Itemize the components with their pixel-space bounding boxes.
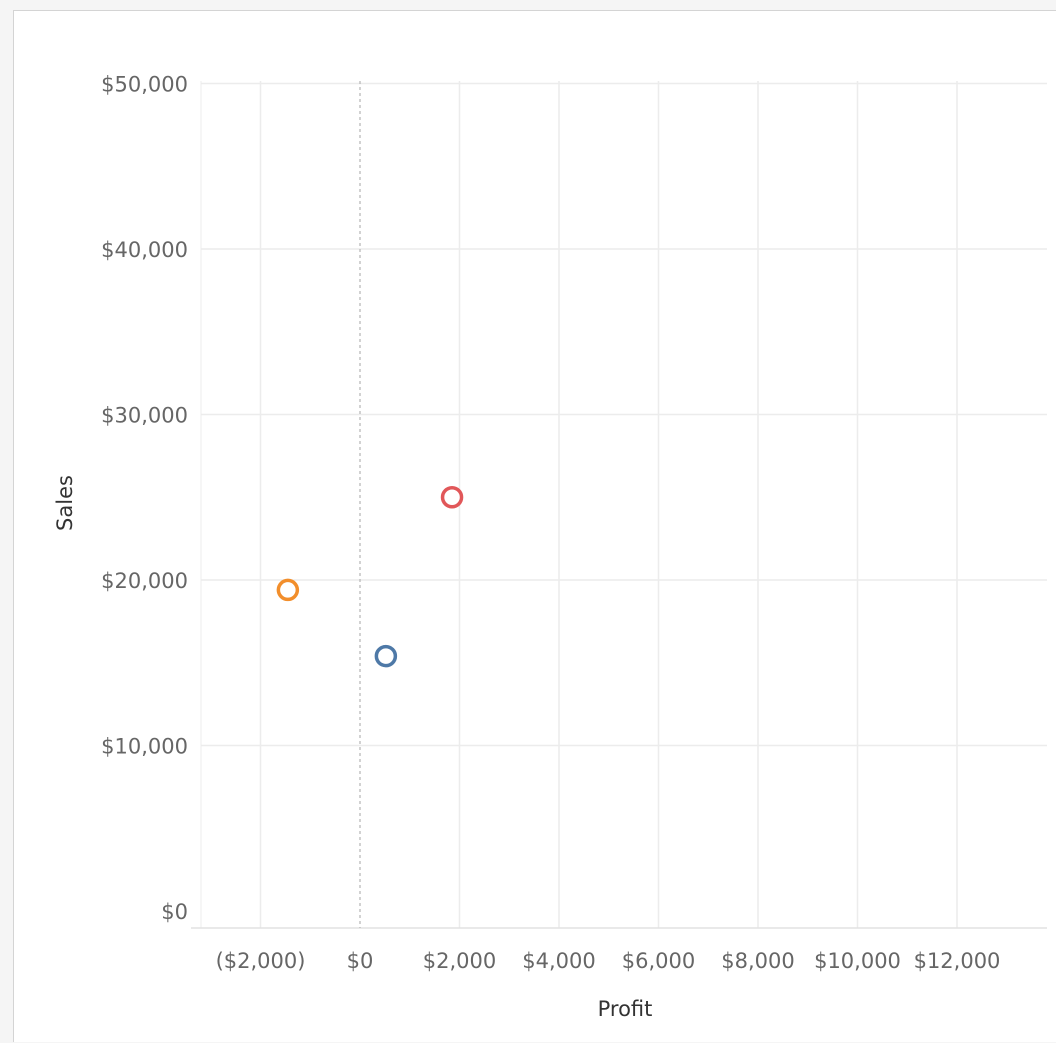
- x-tick-label: $0: [347, 949, 374, 973]
- scatter-point[interactable]: [276, 578, 300, 602]
- x-tick-label: $12,000: [914, 949, 1001, 973]
- x-tick-label: $6,000: [622, 949, 695, 973]
- x-tick-label: $4,000: [522, 949, 595, 973]
- scatter-point[interactable]: [440, 486, 464, 509]
- x-tick-label: ($2,000): [216, 949, 306, 973]
- y-tick-label: $30,000: [101, 404, 188, 428]
- x-tick-label: $2,000: [423, 949, 496, 973]
- axes: ($2,000) $0 $2,000 $4,000 $6,000 $8,000 $10,00…: [101, 73, 1000, 974]
- gridlines: [191, 81, 1047, 929]
- scatter-plot: ($2,000) $0 $2,000 $4,000 $6,000 $8,000 $10,00…: [53, 73, 1047, 1021]
- x-tick-label: $10,000: [814, 949, 901, 973]
- y-tick-label: $20,000: [101, 569, 188, 593]
- y-tick-label: $50,000: [101, 73, 188, 97]
- y-tick-label: $10,000: [101, 735, 188, 759]
- scatter-point[interactable]: [374, 644, 398, 668]
- x-axis-title: Profit: [598, 997, 653, 1021]
- y-tick-label: $40,000: [101, 238, 188, 262]
- y-axis-title: Sales: [53, 475, 77, 531]
- y-tick-label: $0: [161, 900, 188, 924]
- x-tick-label: $8,000: [721, 949, 794, 973]
- data-points: [276, 486, 464, 668]
- chart-panel: ($2,000) $0 $2,000 $4,000 $6,000 $8,000 $10,00…: [13, 10, 1056, 1042]
